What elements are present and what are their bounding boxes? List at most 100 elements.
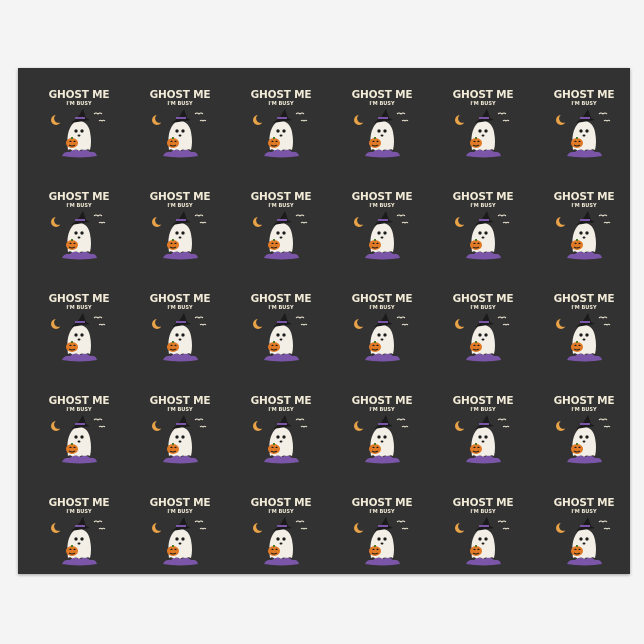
bat-icon bbox=[295, 112, 308, 122]
crescent-moon-icon bbox=[152, 318, 164, 329]
purple-cloud-icon bbox=[466, 353, 501, 362]
ghost-motif: GHOST ME I'M BUSY bbox=[448, 294, 518, 366]
motif-title: GHOST ME bbox=[452, 89, 514, 101]
witch-hat-icon bbox=[475, 313, 494, 327]
ghost-motif: GHOST ME I'M BUSY bbox=[44, 90, 114, 162]
crescent-moon-icon bbox=[51, 522, 63, 533]
crescent-moon-icon bbox=[354, 318, 366, 329]
ghost-illustration bbox=[152, 109, 207, 158]
witch-hat-icon bbox=[172, 517, 191, 531]
crescent-moon-icon bbox=[556, 420, 568, 431]
motif-title: GHOST ME bbox=[149, 293, 211, 305]
bat-icon bbox=[194, 520, 207, 530]
bat-icon bbox=[295, 214, 308, 224]
bat-icon bbox=[396, 112, 409, 122]
witch-hat-icon bbox=[71, 517, 90, 531]
ghost-motif: GHOST ME I'M BUSY bbox=[448, 498, 518, 570]
witch-hat-icon bbox=[576, 109, 595, 123]
ghost-illustration bbox=[152, 211, 207, 260]
witch-hat-icon bbox=[576, 517, 595, 531]
motif-title: GHOST ME bbox=[452, 293, 514, 305]
motif-title: GHOST ME bbox=[351, 395, 413, 407]
ghost-motif: GHOST ME I'M BUSY bbox=[448, 192, 518, 264]
purple-cloud-icon bbox=[365, 251, 400, 260]
motif-title: GHOST ME bbox=[553, 89, 615, 101]
crescent-moon-icon bbox=[354, 114, 366, 125]
motif-title: GHOST ME bbox=[351, 293, 413, 305]
ghost-motif: GHOST ME I'M BUSY bbox=[549, 396, 619, 468]
bat-icon bbox=[396, 520, 409, 530]
wrapping-paper-sheet: GHOST ME I'M BUSY GHOST ME I'M BUSY GHOS… bbox=[18, 68, 630, 574]
ghost-motif: GHOST ME I'M BUSY bbox=[549, 498, 619, 570]
witch-hat-icon bbox=[273, 313, 292, 327]
motif-title: GHOST ME bbox=[48, 89, 110, 101]
ghost-illustration bbox=[253, 109, 308, 158]
bat-icon bbox=[497, 520, 510, 530]
crescent-moon-icon bbox=[455, 318, 467, 329]
purple-cloud-icon bbox=[264, 353, 299, 362]
motif-grid: GHOST ME I'M BUSY GHOST ME I'M BUSY GHOS… bbox=[18, 68, 630, 574]
crescent-moon-icon bbox=[51, 318, 63, 329]
bat-icon bbox=[598, 520, 611, 530]
ghost-motif: GHOST ME I'M BUSY bbox=[246, 498, 316, 570]
ghost-motif: GHOST ME I'M BUSY bbox=[145, 90, 215, 162]
ghost-motif: GHOST ME I'M BUSY bbox=[44, 498, 114, 570]
ghost-motif: GHOST ME I'M BUSY bbox=[347, 396, 417, 468]
motif-title: GHOST ME bbox=[250, 293, 312, 305]
purple-cloud-icon bbox=[567, 353, 602, 362]
crescent-moon-icon bbox=[152, 114, 164, 125]
bat-icon bbox=[93, 214, 106, 224]
motif-title: GHOST ME bbox=[250, 89, 312, 101]
purple-cloud-icon bbox=[365, 557, 400, 566]
ghost-illustration bbox=[253, 211, 308, 260]
crescent-moon-icon bbox=[455, 216, 467, 227]
ghost-motif: GHOST ME I'M BUSY bbox=[44, 192, 114, 264]
witch-hat-icon bbox=[374, 211, 393, 225]
purple-cloud-icon bbox=[466, 251, 501, 260]
motif-title: GHOST ME bbox=[452, 191, 514, 203]
bat-icon bbox=[295, 520, 308, 530]
crescent-moon-icon bbox=[556, 522, 568, 533]
ghost-illustration bbox=[51, 211, 106, 260]
purple-cloud-icon bbox=[365, 455, 400, 464]
purple-cloud-icon bbox=[466, 557, 501, 566]
ghost-illustration bbox=[556, 109, 611, 158]
purple-cloud-icon bbox=[365, 353, 400, 362]
ghost-illustration bbox=[354, 415, 409, 464]
witch-hat-icon bbox=[576, 313, 595, 327]
bat-icon bbox=[497, 418, 510, 428]
motif-title: GHOST ME bbox=[149, 191, 211, 203]
ghost-illustration bbox=[556, 415, 611, 464]
ghost-motif: GHOST ME I'M BUSY bbox=[246, 396, 316, 468]
crescent-moon-icon bbox=[152, 522, 164, 533]
purple-cloud-icon bbox=[62, 251, 97, 260]
purple-cloud-icon bbox=[163, 149, 198, 158]
bat-icon bbox=[295, 418, 308, 428]
ghost-motif: GHOST ME I'M BUSY bbox=[246, 90, 316, 162]
witch-hat-icon bbox=[374, 313, 393, 327]
crescent-moon-icon bbox=[354, 216, 366, 227]
ghost-illustration bbox=[51, 109, 106, 158]
ghost-motif: GHOST ME I'M BUSY bbox=[246, 294, 316, 366]
purple-cloud-icon bbox=[567, 557, 602, 566]
crescent-moon-icon bbox=[455, 114, 467, 125]
witch-hat-icon bbox=[172, 415, 191, 429]
ghost-illustration bbox=[354, 517, 409, 566]
ghost-motif: GHOST ME I'M BUSY bbox=[448, 396, 518, 468]
witch-hat-icon bbox=[273, 517, 292, 531]
motif-title: GHOST ME bbox=[553, 395, 615, 407]
bat-icon bbox=[396, 316, 409, 326]
bat-icon bbox=[93, 520, 106, 530]
ghost-motif: GHOST ME I'M BUSY bbox=[44, 396, 114, 468]
witch-hat-icon bbox=[374, 415, 393, 429]
ghost-motif: GHOST ME I'M BUSY bbox=[448, 90, 518, 162]
motif-title: GHOST ME bbox=[250, 497, 312, 509]
purple-cloud-icon bbox=[466, 149, 501, 158]
crescent-moon-icon bbox=[253, 420, 265, 431]
bat-icon bbox=[598, 214, 611, 224]
purple-cloud-icon bbox=[264, 251, 299, 260]
ghost-motif: GHOST ME I'M BUSY bbox=[347, 294, 417, 366]
bat-icon bbox=[295, 316, 308, 326]
bat-icon bbox=[497, 214, 510, 224]
witch-hat-icon bbox=[374, 109, 393, 123]
